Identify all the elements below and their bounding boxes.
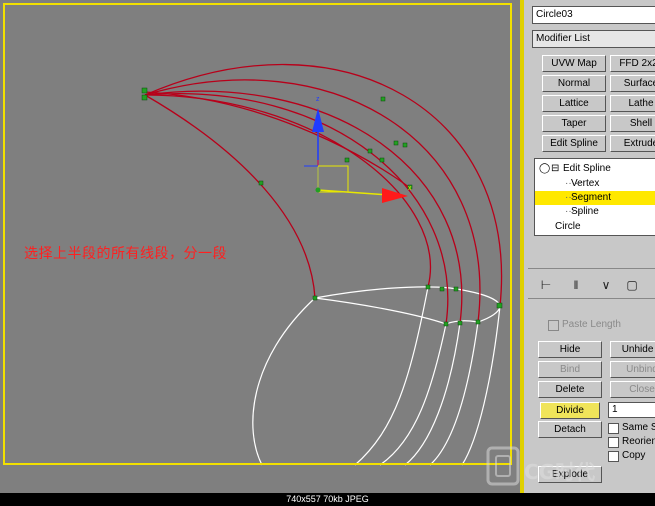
stack-item-spline[interactable]: ····· Spline (535, 205, 655, 219)
vertex[interactable] (443, 321, 449, 327)
bind-button[interactable]: Bind (538, 361, 602, 378)
modifier-button-surface[interactable]: Surface (610, 75, 655, 92)
stack-label: Edit Spline (563, 163, 611, 174)
divider (528, 268, 655, 269)
modifier-button-lathe[interactable]: Lathe (610, 95, 655, 112)
stack-item-vertex[interactable]: ····· Vertex (535, 177, 655, 191)
vertex[interactable] (380, 96, 386, 102)
paste-length-label: Paste Length (562, 319, 621, 330)
vertex[interactable] (475, 319, 481, 325)
delete-button[interactable]: Delete (538, 381, 602, 398)
divide-button[interactable]: Divide (540, 402, 600, 419)
vertex[interactable] (457, 320, 463, 326)
stack-item-circle[interactable]: Circle (535, 220, 655, 234)
selected-segments (144, 63, 503, 325)
divider (528, 298, 655, 299)
lightbulb-icon[interactable]: ◯ (539, 162, 550, 176)
image-info-bar: 740x557 70kb JPEG (0, 493, 655, 506)
stack-item-segment[interactable]: ····· Segment (535, 191, 655, 205)
svg-text:x: x (408, 185, 412, 192)
x-axis-arrow-icon[interactable] (382, 188, 408, 203)
vertex[interactable] (439, 286, 445, 292)
pin-stack-icon[interactable]: ⊢ (538, 277, 554, 293)
watermark-text: CG时代 (524, 460, 596, 484)
modifier-list-dropdown[interactable]: Modifier List (532, 30, 655, 48)
modifier-button-ffd-2x2x[interactable]: FFD 2x2x (610, 55, 655, 72)
modifier-button-taper[interactable]: Taper (542, 115, 606, 132)
same-shape-label: Same S (622, 422, 655, 433)
hide-button[interactable]: Hide (538, 341, 602, 358)
unselected-segments (252, 286, 501, 466)
command-panel: Circle03 Modifier List UVW MapFFD 2x2xNo… (520, 0, 655, 493)
make-unique-icon[interactable]: ∨ (598, 277, 614, 293)
divide-count-spinner[interactable]: 1 (608, 402, 655, 418)
copy-label: Copy (622, 450, 646, 461)
white-segment-inner[interactable] (461, 305, 501, 466)
unbind-button[interactable]: Unbind (610, 361, 655, 378)
vertex[interactable] (344, 157, 350, 163)
vertex[interactable] (393, 140, 399, 146)
modifier-button-extrude[interactable]: Extrude (610, 135, 655, 152)
stack-label: Circle (555, 221, 581, 232)
remove-modifier-icon[interactable]: ▢ (624, 277, 640, 293)
white-segment-2[interactable] (354, 286, 429, 466)
vertex[interactable] (258, 180, 264, 186)
white-segment-5[interactable] (429, 321, 479, 466)
screenshot: z x 选择上半段的所有线段，分一段 Circle03 Modifier Lis… (0, 0, 655, 506)
same-shape-checkbox[interactable] (608, 423, 619, 434)
paste-length-check[interactable] (548, 320, 559, 331)
vertex[interactable] (141, 87, 148, 94)
reorient-label: Reorien (622, 436, 655, 447)
modifier-button-edit-spline[interactable]: Edit Spline (542, 135, 606, 152)
detach-button[interactable]: Detach (538, 421, 602, 438)
modifier-button-lattice[interactable]: Lattice (542, 95, 606, 112)
vertex[interactable] (379, 157, 385, 163)
perspective-viewport[interactable]: z x 选择上半段的所有线段，分一段 (0, 0, 520, 493)
annotation-text: 选择上半段的所有线段，分一段 (24, 246, 227, 262)
modifier-stack[interactable]: ◯ ⊟ Edit Spline ····· Vertex ····· Segme… (534, 158, 655, 236)
white-cap-bottom[interactable] (314, 297, 501, 325)
red-arc-inner[interactable] (144, 94, 316, 299)
vertex[interactable] (496, 302, 503, 309)
vertex[interactable] (425, 284, 431, 290)
show-end-result-icon[interactable]: ‖ (568, 277, 584, 293)
watermark-logo: CG时代 (486, 444, 616, 488)
close-button[interactable]: Close (610, 381, 655, 398)
red-arc-outer[interactable] (144, 63, 503, 307)
stack-label: Vertex (571, 178, 600, 189)
modifier-button-normal[interactable]: Normal (542, 75, 606, 92)
svg-text:z: z (316, 96, 320, 103)
white-segment-3[interactable] (379, 323, 447, 466)
stack-label: Segment (571, 192, 612, 203)
stack-item-edit-spline[interactable]: ◯ ⊟ Edit Spline (535, 162, 655, 176)
modifier-button-uvw-map[interactable]: UVW Map (542, 55, 606, 72)
white-cap-top[interactable] (314, 286, 501, 307)
vertex[interactable] (367, 148, 373, 154)
vertex[interactable] (141, 94, 148, 101)
unhide-all-button[interactable]: Unhide A (610, 341, 655, 358)
vertex[interactable] (402, 142, 408, 148)
white-segment-outer[interactable] (252, 297, 316, 466)
white-segment-4[interactable] (404, 322, 461, 466)
vertex[interactable] (453, 286, 459, 292)
object-name-field[interactable]: Circle03 (532, 6, 655, 24)
modifier-button-shell[interactable]: Shell (610, 115, 655, 132)
vertex[interactable] (312, 295, 318, 301)
stack-label: Spline (571, 206, 599, 217)
expand-icon[interactable]: ⊟ (551, 162, 559, 176)
